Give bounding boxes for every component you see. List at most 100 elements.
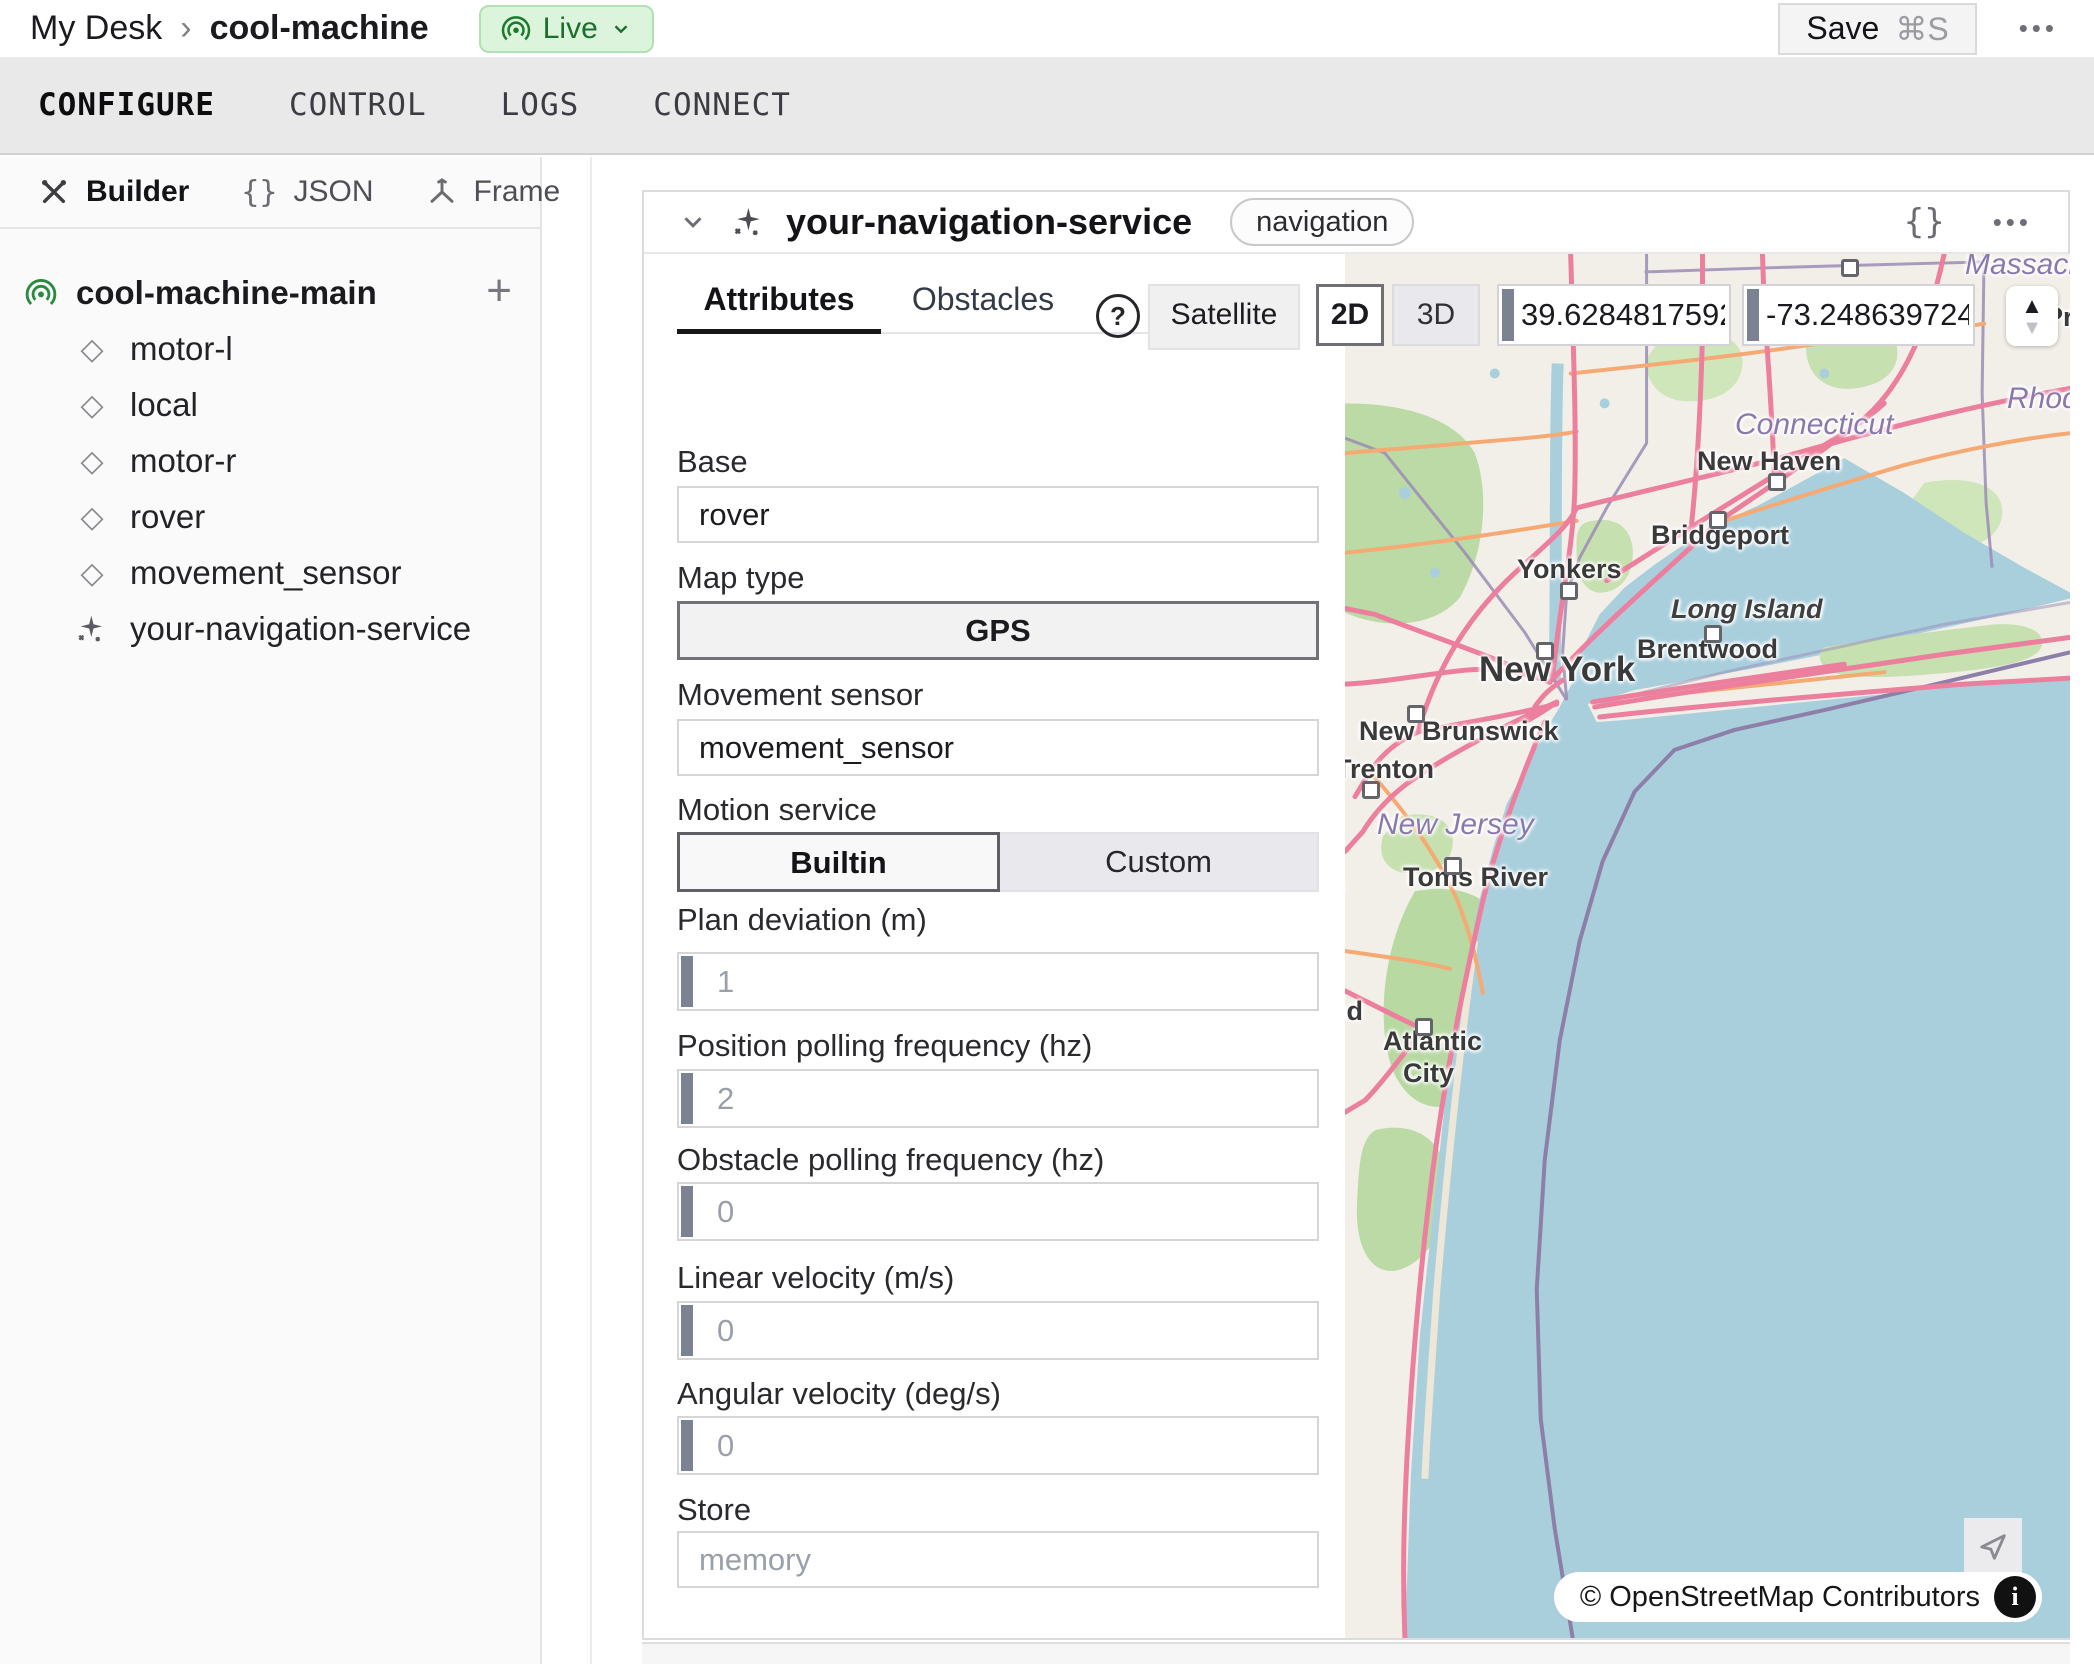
compass-reset-button[interactable]: ▲ ▼ [2006,286,2058,346]
tree-item-label: motor-l [130,330,233,368]
field-obstacle-polling-input [677,1182,1319,1241]
field-position-polling: Position polling frequency (hz) [677,1028,1319,1064]
tree-item-local[interactable]: ◇ local [0,377,540,433]
tab-configure[interactable]: CONFIGURE [38,87,215,123]
map-label: Rhode Island [2007,382,2070,416]
field-base-input [677,486,1319,543]
movement-sensor-input[interactable] [677,719,1319,776]
breadcrumb-chevron-icon: › [180,9,191,48]
view-frame[interactable]: Frame [426,175,561,209]
longitude-input[interactable] [1762,297,1973,333]
position-polling-input[interactable] [677,1069,1319,1128]
json-braces-icon[interactable]: {} [1904,202,1945,242]
machine-part-tree: cool-machine-main + ◇ motor-l ◇ local ◇ … [0,229,540,657]
map-city-marker [1415,1018,1433,1036]
info-icon[interactable]: i [1994,1576,2036,1618]
map-3d-button[interactable]: 3D [1392,284,1480,346]
number-drag-handle[interactable] [681,1305,693,1356]
angular-velocity-input[interactable] [677,1416,1319,1475]
map-canvas[interactable]: MassachusettsProvidenceRhode IslandConne… [1345,254,2070,1638]
store-input[interactable] [677,1531,1319,1588]
map-label: New York [1479,650,1635,690]
number-drag-handle[interactable] [681,1186,693,1237]
tree-root-cool-machine-main[interactable]: cool-machine-main + [0,265,540,321]
tree-item-motor-r[interactable]: ◇ motor-r [0,433,540,489]
number-drag-handle[interactable] [681,1073,693,1124]
number-drag-handle[interactable] [681,1420,693,1471]
view-json-label: JSON [293,175,373,209]
map-label: Connecticut [1735,408,1893,442]
field-label: Plan deviation (m) [677,902,1319,938]
tree-item-label: local [130,386,198,424]
map-type-gps-button[interactable]: GPS [677,601,1319,660]
motion-service-builtin-option[interactable]: Builtin [677,832,1000,892]
map-label: Trenton [1345,754,1434,785]
tree-item-movement-sensor[interactable]: ◇ movement_sensor [0,545,540,601]
locate-button[interactable] [1964,1518,2022,1576]
tab-connect[interactable]: CONNECT [653,87,791,123]
longitude-drag-handle[interactable] [1747,289,1759,341]
tree-item-label: your-navigation-service [130,610,471,648]
triangle-down-icon: ▼ [2022,318,2042,338]
live-status-dropdown[interactable]: Live [479,5,654,53]
more-menu-icon[interactable]: ••• [2019,13,2058,44]
obstacle-polling-input[interactable] [677,1182,1319,1241]
view-frame-label: Frame [474,175,561,209]
field-movement-sensor-input [677,719,1319,776]
map-label: Massachusetts [1965,254,2070,282]
view-builder[interactable]: Builder [38,175,189,209]
component-diamond-icon: ◇ [74,556,110,591]
help-icon[interactable]: ? [1096,294,1140,338]
field-angular-velocity: Angular velocity (deg/s) [677,1376,1319,1412]
tab-control[interactable]: CONTROL [289,87,427,123]
field-motion-service-control: Builtin Custom [677,832,1319,892]
main-nav-tabs: CONFIGURE CONTROL LOGS CONNECT [0,57,2094,155]
live-label: Live [543,12,598,46]
breadcrumb-current: cool-machine [210,9,429,48]
latitude-input[interactable] [1517,297,1729,333]
app-window: My Desk › cool-machine Live Save ⌘S •• [0,0,2094,1664]
map-2d-button[interactable]: 2D [1316,284,1384,346]
component-diamond-icon: ◇ [74,444,110,479]
plan-deviation-input[interactable] [677,952,1319,1011]
field-linear-velocity: Linear velocity (m/s) [677,1260,1319,1296]
field-plan-deviation: Plan deviation (m) [677,902,1319,938]
map-city-marker [1536,642,1554,660]
map-label: Long Island [1671,594,1823,625]
map-city-marker [1768,473,1786,491]
attributes-form: Base Map type GPS Movement sensor Motion… [644,254,1345,1638]
sidebar-resize-gutter[interactable] [590,157,592,1664]
field-store: Store [677,1492,1319,1528]
component-diamond-icon: ◇ [74,332,110,367]
field-label: Angular velocity (deg/s) [677,1376,1319,1412]
field-label: Store [677,1492,1319,1528]
tree-item-rover[interactable]: ◇ rover [0,489,540,545]
tab-logs[interactable]: LOGS [501,87,580,123]
base-input[interactable] [677,486,1319,543]
number-drag-handle[interactable] [681,956,693,1007]
field-label: Obstacle polling frequency (hz) [677,1142,1319,1178]
breadcrumb-parent[interactable]: My Desk [30,9,162,48]
map-city-marker [1709,511,1727,529]
latitude-drag-handle[interactable] [1502,289,1514,341]
add-component-icon[interactable]: + [486,269,512,313]
motion-service-custom-option[interactable]: Custom [1000,832,1319,892]
tree-root-label: cool-machine-main [76,274,377,312]
card-more-menu-icon[interactable]: ••• [1993,207,2032,238]
field-plan-deviation-input [677,952,1319,1011]
collapse-chevron-icon[interactable] [678,207,708,237]
service-sparkle-icon [730,205,764,239]
map-label: Vineland [1345,996,1363,1027]
field-movement-sensor: Movement sensor [677,677,1319,713]
map-label: Yonkers [1517,554,1622,585]
linear-velocity-input[interactable] [677,1301,1319,1360]
field-label: Position polling frequency (hz) [677,1028,1319,1064]
save-button[interactable]: Save ⌘S [1778,3,1976,55]
config-sidebar: Builder {} JSON Frame [0,157,542,1664]
view-json[interactable]: {} JSON [241,175,373,210]
tree-item-motor-l[interactable]: ◇ motor-l [0,321,540,377]
tree-item-your-navigation-service[interactable]: your-navigation-service [0,601,540,657]
satellite-toggle-button[interactable]: Satellite [1148,284,1300,350]
tools-icon [38,176,70,208]
field-obstacle-polling: Obstacle polling frequency (hz) [677,1142,1319,1178]
